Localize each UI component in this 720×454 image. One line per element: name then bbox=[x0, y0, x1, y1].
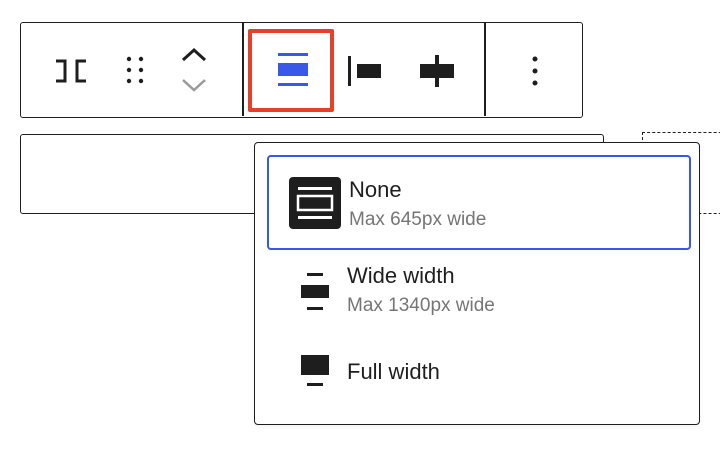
more-options-icon[interactable] bbox=[525, 53, 545, 89]
drag-handle-icon[interactable] bbox=[121, 53, 149, 89]
align-center-icon[interactable] bbox=[417, 53, 457, 89]
align-wide-icon bbox=[301, 273, 329, 310]
option-label: Full width bbox=[347, 359, 440, 384]
option-description: Max 645px wide bbox=[349, 209, 487, 230]
toolbar-divider bbox=[484, 23, 486, 116]
move-up-chevron-icon[interactable] bbox=[179, 45, 209, 65]
align-full-icon bbox=[301, 355, 329, 386]
alignment-dropdown: None Max 645px wide Wide width Max 1340p… bbox=[254, 142, 700, 425]
transform-block-icon[interactable] bbox=[51, 57, 91, 85]
option-description: Max 1340px wide bbox=[347, 295, 495, 316]
align-left-icon[interactable] bbox=[345, 53, 385, 89]
option-label: None bbox=[349, 177, 402, 202]
toolbar-divider bbox=[242, 23, 244, 116]
alignment-option-wide[interactable]: Wide width Max 1340px wide bbox=[267, 253, 691, 333]
option-label: Wide width bbox=[347, 263, 455, 288]
align-none-filled-icon bbox=[289, 177, 341, 229]
alignment-option-none[interactable]: None Max 645px wide bbox=[267, 155, 691, 250]
alignment-option-full[interactable]: Full width bbox=[267, 339, 691, 409]
move-down-chevron-icon[interactable] bbox=[179, 75, 209, 95]
highlight-box bbox=[248, 29, 334, 112]
